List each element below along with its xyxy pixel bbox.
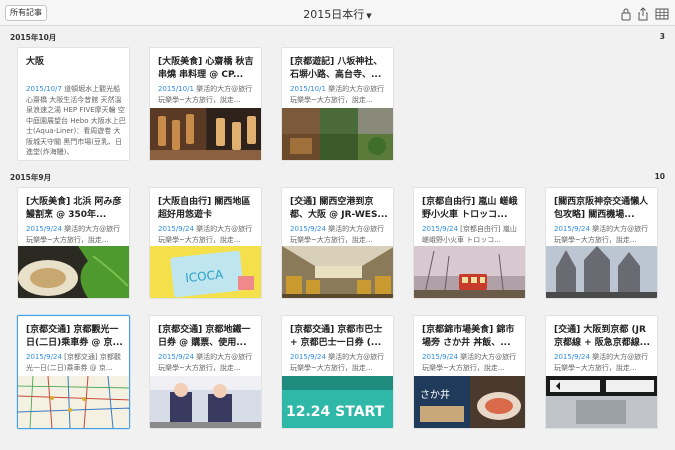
note-card[interactable]: [關西京阪神奈交通懶人包攻略] 關西機場... 2015/9/24 樂活的大方@…	[545, 187, 658, 299]
note-snippet: 2015/9/24 [京都自由行] 嵐山 嵯峨野小火車 トロッコ...	[422, 224, 522, 245]
note-date: 2015/9/24	[26, 225, 62, 233]
note-title: [京都交通] 京都市巴士 + 京都巴士一日券 (...	[290, 325, 383, 348]
note-title: [大阪自由行] 關西地區超好用悠遊卡 ICOCA...	[158, 197, 251, 220]
lock-icon[interactable]	[619, 6, 633, 21]
note-snippet: 2015/9/24 [京都交通] 京都觀光一日(二日)乘車券 @ 京...	[26, 352, 126, 373]
section-count: 10	[654, 172, 665, 181]
note-title: [京都遊記] 八坂神社、石塀小路、高台寺、...	[290, 57, 383, 80]
note-thumbnail	[150, 108, 261, 160]
note-card[interactable]: [京都錦市場美食] 錦市場旁 さか井 丼飯、... 2015/9/24 樂活的大…	[413, 315, 526, 429]
note-thumbnail: ICOCA	[150, 246, 261, 298]
share-icon[interactable]	[636, 6, 650, 21]
note-text: 道頓堀水上觀光船 心齋橋 大阪生活今昔館 天然溫泉浪速之湯 HEP FIVE摩天…	[26, 85, 126, 156]
note-snippet: 2015/9/24 樂活的大方@旅行玩樂學~大方旅行，說走...	[158, 224, 258, 245]
note-card[interactable]: [京都交通] 京都地鐵一日券 @ 購票、使用... 2015/9/24 樂活的大…	[149, 315, 262, 429]
note-date: 2015/10/1	[290, 85, 326, 93]
note-title: [大阪美食] 北浜 阿み彦 鰻割烹 @ 350年...	[26, 197, 122, 220]
note-snippet: 2015/9/24 樂活的大方@旅行玩樂學~大方旅行，說走...	[290, 352, 390, 373]
note-thumbnail	[546, 246, 657, 298]
note-snippet: 2015/10/7 道頓堀水上觀光船 心齋橋 大阪生活今昔館 天然溫泉浪速之湯 …	[26, 84, 126, 158]
note-date: 2015/9/24	[290, 225, 326, 233]
note-card[interactable]: [大阪美食] 心齋橋 秋吉串燒 串料理 @ CP... 2015/10/1 樂活…	[149, 47, 262, 161]
note-card[interactable]: [京都自由行] 嵐山 嵯峨野小火車 トロッコ... 2015/9/24 [京都自…	[413, 187, 526, 299]
note-card[interactable]: 大阪 2015/10/7 道頓堀水上觀光船 心齋橋 大阪生活今昔館 天然溫泉浪速…	[17, 47, 130, 161]
note-title: [京都自由行] 嵐山 嵯峨野小火車 トロッコ...	[422, 197, 518, 220]
note-card[interactable]: [交通] 關西空港到京都、大阪 @ JR-WES... 2015/9/24 樂活…	[281, 187, 394, 299]
note-date: 2015/9/24	[422, 353, 458, 361]
note-snippet: 2015/9/24 樂活的大方@旅行玩樂學~大方旅行，說走...	[26, 224, 126, 245]
note-thumbnail	[414, 246, 525, 298]
section-label: 2015年10月	[10, 33, 57, 42]
note-date: 2015/9/24	[26, 353, 62, 361]
note-thumbnail	[18, 376, 129, 428]
note-date: 2015/10/1	[158, 85, 194, 93]
note-date: 2015/10/7	[26, 85, 62, 93]
note-date: 2015/9/24	[158, 225, 194, 233]
note-snippet: 2015/9/24 樂活的大方@旅行玩樂學~大方旅行，說走...	[290, 224, 390, 245]
note-title: 大阪	[26, 57, 45, 67]
note-card[interactable]: [大阪美食] 北浜 阿み彦 鰻割烹 @ 350年... 2015/9/24 樂活…	[17, 187, 130, 299]
note-snippet: 2015/9/24 樂活的大方@旅行玩樂學~大方旅行，說走...	[554, 224, 654, 245]
note-thumbnail	[282, 108, 393, 160]
section-label: 2015年9月	[10, 173, 52, 182]
notebook-title-dropdown[interactable]: 2015日本行 ▼	[0, 6, 675, 22]
note-title: [京都交通] 京都觀光一日(二日)乘車券 @ 京...	[26, 325, 123, 348]
note-date: 2015/9/24	[158, 353, 194, 361]
note-thumbnail	[546, 376, 657, 428]
grid-view-icon[interactable]	[655, 6, 669, 20]
sakai-sign-text: さか井	[420, 388, 450, 401]
note-card[interactable]: [京都交通] 京都觀光一日(二日)乘車券 @ 京... 2015/9/24 [京…	[17, 315, 130, 429]
section-header-sep: 2015年9月 10	[10, 172, 665, 183]
note-thumbnail	[18, 246, 129, 298]
notebook-title: 2015日本行	[303, 8, 365, 21]
note-snippet: 2015/10/1 樂活的大方@旅行玩樂學~大方旅行，說走...	[290, 84, 390, 105]
note-date: 2015/9/24	[290, 353, 326, 361]
note-title: [京都錦市場美食] 錦市場旁 さか井 丼飯、...	[422, 325, 515, 348]
note-thumbnail	[150, 376, 261, 428]
note-title: [關西京阪神奈交通懶人包攻略] 關西機場...	[554, 197, 649, 220]
note-card[interactable]: [大阪自由行] 關西地區超好用悠遊卡 ICOCA... 2015/9/24 樂活…	[149, 187, 262, 299]
start-sign-text: 12.24 START	[286, 404, 385, 420]
note-snippet: 2015/9/24 樂活的大方@旅行玩樂學~大方旅行，說走...	[422, 352, 522, 373]
toolbar: 所有記事 2015日本行 ▼	[0, 0, 675, 26]
note-card[interactable]: [京都遊記] 八坂神社、石塀小路、高台寺、... 2015/10/1 樂活的大方…	[281, 47, 394, 161]
note-snippet: 2015/10/1 樂活的大方@旅行玩樂學~大方旅行，說走...	[158, 84, 258, 105]
note-snippet: 2015/9/24 樂活的大方@旅行玩樂學~大方旅行，說走...	[158, 352, 258, 373]
note-thumbnail	[282, 246, 393, 298]
note-date: 2015/9/24	[554, 353, 590, 361]
note-thumbnail: 12.24 START	[282, 376, 393, 428]
note-title: [大阪美食] 心齋橋 秋吉串燒 串料理 @ CP...	[158, 57, 254, 80]
note-card[interactable]: [京都交通] 京都市巴士 + 京都巴士一日券 (... 2015/9/24 樂活…	[281, 315, 394, 429]
chevron-down-icon: ▼	[366, 12, 372, 20]
note-title: [交通] 大阪到京都 (JR京都線 + 阪急京都線...	[554, 325, 651, 348]
note-thumbnail: さか井	[414, 376, 525, 428]
note-snippet: 2015/9/24 樂活的大方@旅行玩樂學~大方旅行，說走...	[554, 352, 654, 373]
section-count: 3	[659, 32, 665, 41]
note-card[interactable]: [交通] 大阪到京都 (JR京都線 + 阪急京都線... 2015/9/24 樂…	[545, 315, 658, 429]
note-date: 2015/9/24	[554, 225, 590, 233]
section-header-oct: 2015年10月 3	[10, 32, 665, 43]
note-date: 2015/9/24	[422, 225, 458, 233]
note-title: [交通] 關西空港到京都、大阪 @ JR-WES...	[290, 197, 388, 220]
note-title: [京都交通] 京都地鐵一日券 @ 購票、使用...	[158, 325, 251, 348]
